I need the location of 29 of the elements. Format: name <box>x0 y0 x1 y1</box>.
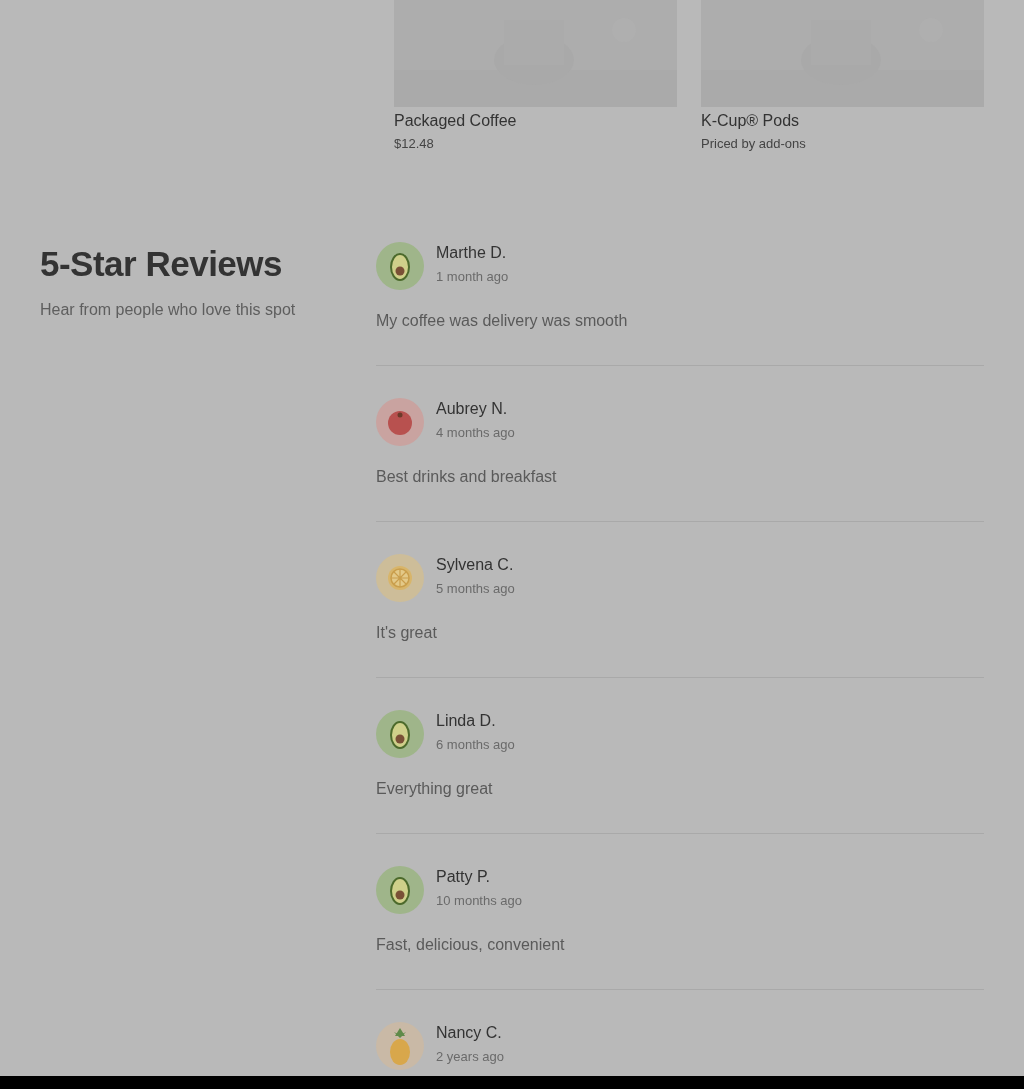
review-time: 1 month ago <box>436 268 509 286</box>
avatar-icon <box>376 554 424 602</box>
avatar-icon <box>376 710 424 758</box>
reviewer-name: Nancy C. <box>436 1023 503 1043</box>
reviewer-name: Sylvena C. <box>436 555 515 575</box>
review-time: 6 months ago <box>436 736 515 754</box>
avatar-icon <box>376 242 424 290</box>
review-text: My coffee was delivery was smooth <box>376 311 629 331</box>
reviewer-name: Aubrey N. <box>436 399 509 419</box>
review-text: Fast, delicious, convenient <box>376 935 566 955</box>
review-time: 10 months ago <box>436 892 522 910</box>
product-price: Priced by add-ons <box>701 135 807 153</box>
reviewer-name: Patty P. <box>436 867 491 887</box>
review-text: Best drinks and breakfast <box>376 467 558 487</box>
review-time: 2 years ago <box>436 1048 504 1066</box>
avatar-icon <box>376 866 424 914</box>
avatar-icon <box>376 1022 424 1070</box>
reviewer-name: Linda D. <box>436 711 497 731</box>
product-price: $12.48 <box>394 135 435 153</box>
section-title: 5-Star Reviews <box>40 244 284 284</box>
product-name[interactable]: Packaged Coffee <box>394 110 677 132</box>
reviewer-name: Marthe D. <box>436 243 508 263</box>
review-text: Everything great <box>376 779 494 799</box>
review-time: 5 months ago <box>436 580 515 598</box>
review-time: 4 months ago <box>436 424 515 442</box>
section-subtitle: Hear from people who love this spot <box>40 300 297 320</box>
review-text: It's great <box>376 623 438 643</box>
avatar-icon <box>376 398 424 446</box>
product-name[interactable]: K-Cup® Pods <box>701 110 984 132</box>
